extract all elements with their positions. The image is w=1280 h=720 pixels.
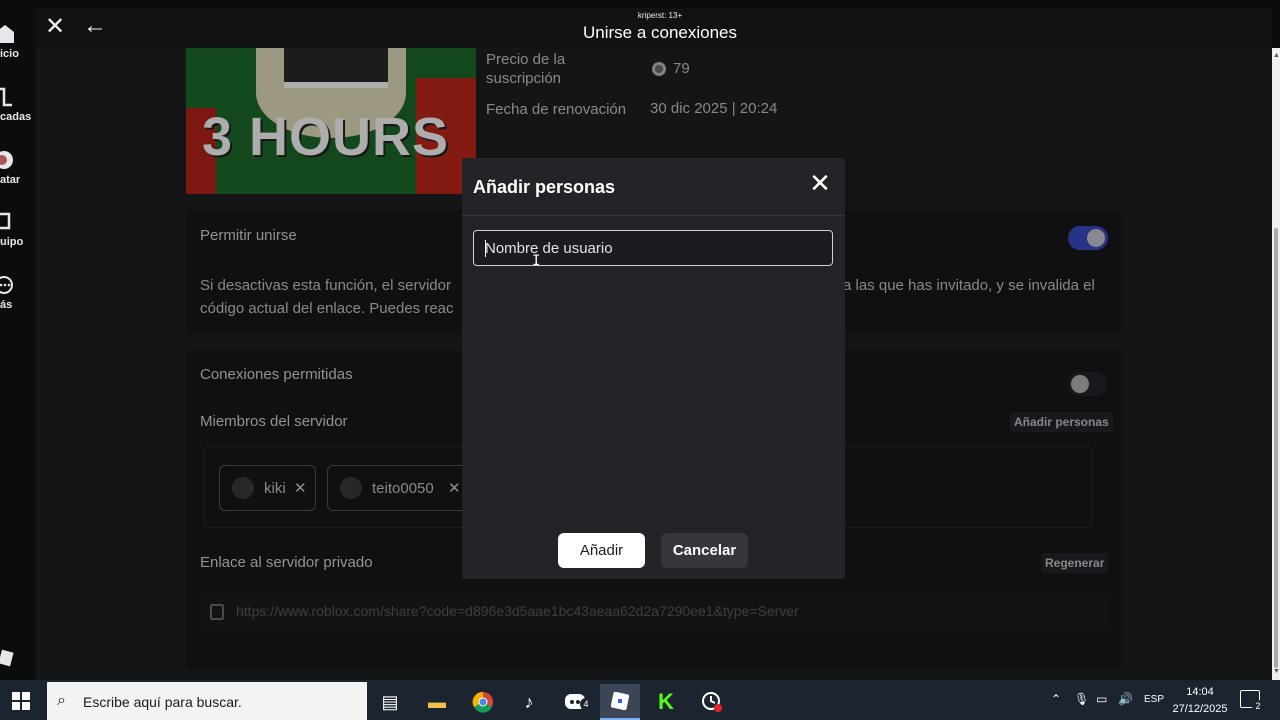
file-explorer-icon[interactable]: ▬ xyxy=(417,684,457,720)
clock-app-icon[interactable] xyxy=(692,684,732,720)
screen: icio cadas atar uipo ás ✕ ← kriperst: 13… xyxy=(0,0,1280,720)
avatar-icon xyxy=(0,151,13,169)
task-view-icon[interactable]: ▤ xyxy=(370,684,410,720)
sidebar-item-charts[interactable]: cadas xyxy=(0,87,36,123)
sidebar-item-label: uipo xyxy=(0,236,24,248)
tiktok-icon[interactable]: ♪ xyxy=(509,684,549,720)
dialog-header: Añadir personas ✕ xyxy=(462,158,845,216)
scroll-down-icon[interactable]: ▼ xyxy=(1273,668,1280,675)
sidebar-item-label: atar xyxy=(0,174,21,186)
roblox-logo-icon xyxy=(0,649,14,667)
scroll-thumb[interactable] xyxy=(1274,228,1278,668)
volume-icon[interactable]: 🔊 xyxy=(1118,692,1133,706)
page-title: Unirse a conexiones xyxy=(582,23,738,42)
dialog-title: Añadir personas xyxy=(473,177,616,197)
add-people-dialog: Añadir personas ✕ I Añadir Cancelar xyxy=(462,158,845,579)
cancel-button[interactable]: Cancelar xyxy=(661,533,748,568)
username-input[interactable] xyxy=(473,230,833,266)
windows-taskbar: ⌕ Escribe aquí para buscar. ▤ ▬ ♪ 4 K ⌃ … xyxy=(0,680,1280,720)
scroll-up-icon[interactable]: ▲ xyxy=(1273,52,1280,59)
sidebar-item-more[interactable]: ás xyxy=(0,275,36,311)
chrome-icon[interactable] xyxy=(463,684,503,720)
scrollbar[interactable]: ▲ ▼ xyxy=(1272,48,1280,680)
sidebar-item-avatar[interactable]: atar xyxy=(0,150,36,186)
network-icon[interactable]: ▭ xyxy=(1096,692,1107,706)
roblox-icon[interactable] xyxy=(600,684,640,720)
discord-icon[interactable]: 4 xyxy=(555,684,595,720)
microphone-icon[interactable]: 🎙 xyxy=(1074,692,1089,706)
roblox-sidebar: icio cadas atar uipo ás xyxy=(0,0,36,680)
show-hidden-icons-icon[interactable]: ⌃ xyxy=(1051,692,1061,706)
charts-icon xyxy=(0,87,12,107)
account-label: kriperst: 13+ xyxy=(637,11,683,20)
search-placeholder: Escribe aquí para buscar. xyxy=(83,694,242,710)
notification-count: 2 xyxy=(1252,700,1264,712)
back-arrow-icon[interactable]: ← xyxy=(82,14,108,38)
close-icon[interactable]: ✕ xyxy=(808,170,832,196)
sidebar-item-label: cadas xyxy=(0,111,32,123)
more-icon xyxy=(0,276,13,294)
clock-time[interactable]: 14:04 xyxy=(1180,686,1220,698)
add-button[interactable]: Añadir xyxy=(558,533,645,568)
kick-icon[interactable]: K xyxy=(646,684,686,720)
top-bar: ✕ ← kriperst: 13+ Unirse a conexiones xyxy=(36,8,1272,48)
taskbar-search[interactable]: ⌕ Escribe aquí para buscar. xyxy=(47,682,367,720)
sidebar-item-label: ás xyxy=(0,299,13,311)
ibeam-cursor-icon: I xyxy=(532,253,541,269)
inventory-icon xyxy=(0,212,11,230)
sidebar-item-label: icio xyxy=(0,48,19,60)
language-indicator[interactable]: ESP xyxy=(1144,694,1164,705)
search-icon: ⌕ xyxy=(57,692,66,709)
text-caret xyxy=(485,240,486,257)
close-icon[interactable]: ✕ xyxy=(44,15,66,39)
discord-badge: 4 xyxy=(580,698,592,710)
clock-date[interactable]: 27/12/2025 xyxy=(1167,703,1233,715)
windows-start-icon[interactable] xyxy=(12,692,30,710)
sidebar-item-home[interactable]: icio xyxy=(0,24,36,60)
home-icon xyxy=(0,25,14,43)
sidebar-item-inventory[interactable]: uipo xyxy=(0,212,36,248)
